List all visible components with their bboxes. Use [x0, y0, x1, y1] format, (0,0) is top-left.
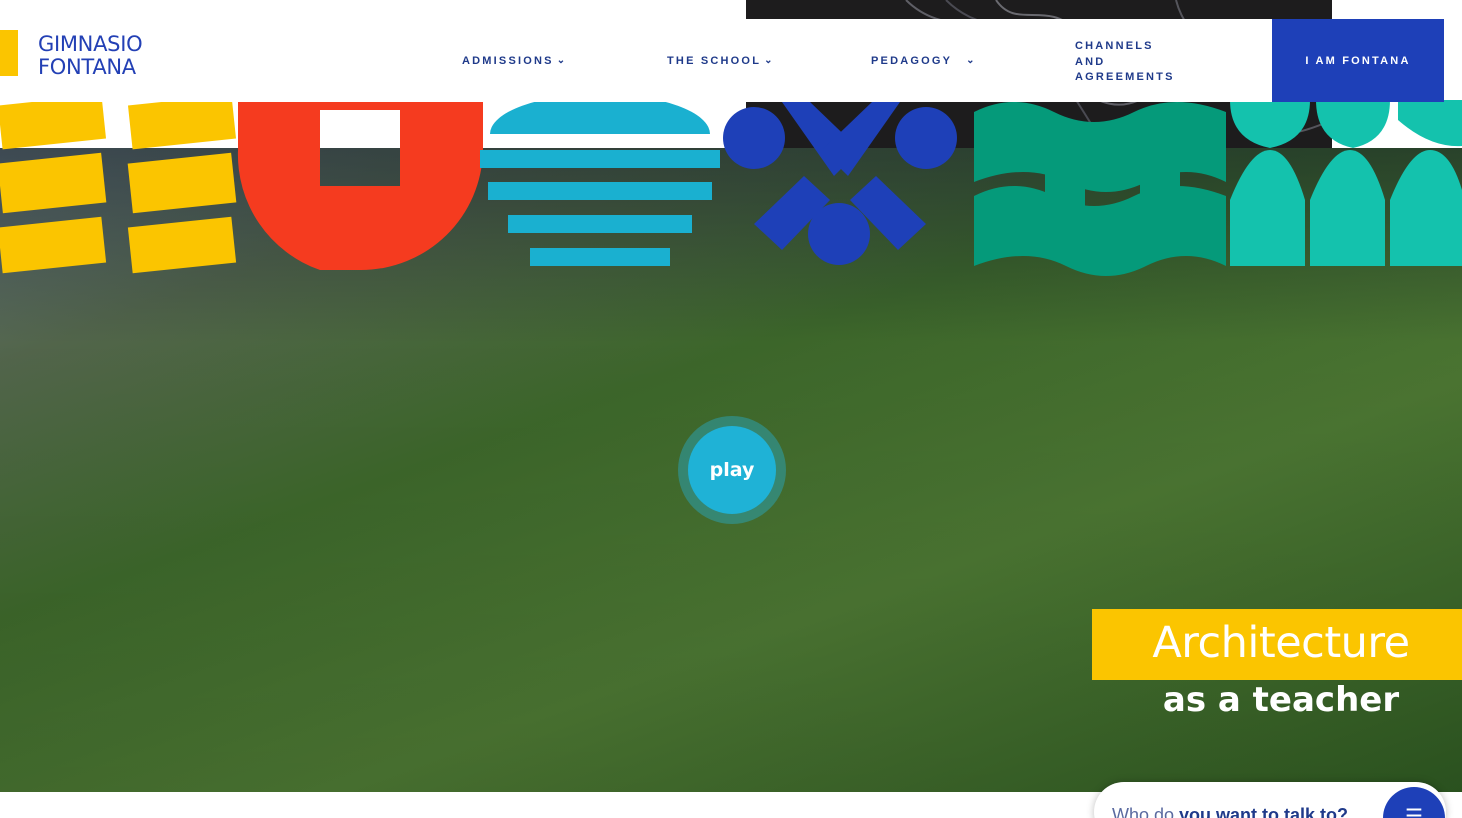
chat-prompt-emphasis: you want to talk to?: [1179, 805, 1349, 818]
blue-x-shape: [723, 102, 957, 265]
chat-open-button[interactable]: ☰: [1383, 787, 1445, 818]
nav-channels-line-1: CHANNELS: [1075, 40, 1154, 52]
chat-prompt[interactable]: Who do you want to talk to?: [1112, 805, 1348, 818]
chat-lines-icon: ☰: [1405, 806, 1423, 818]
nav-the-school-label: THE SCHOOL: [667, 54, 762, 67]
nav-admissions-label: ADMISSIONS: [462, 54, 554, 67]
cyan-stripes-shape: [480, 94, 720, 266]
play-label: play: [709, 459, 755, 481]
chat-prompt-prefix: Who do: [1112, 805, 1180, 818]
play-video-button[interactable]: play: [688, 426, 776, 514]
logo-line-2: FONTANA: [38, 55, 136, 79]
hero-caption-subtitle: as a teacher: [1162, 680, 1400, 720]
nav-channels-agreements[interactable]: CHANNELS AND AGREEMENTS: [1075, 39, 1175, 86]
green-waves-shape: [974, 102, 1226, 276]
teal-arches-shape: [1230, 100, 1462, 266]
chat-widget[interactable]: Who do you want to talk to? ☰: [1094, 782, 1446, 818]
chevron-down-icon: ⌄: [556, 55, 566, 66]
chevron-down-icon: ⌄: [764, 55, 773, 66]
site-header: GIMNASIO FONTANA ADMISSIONS ⌄ THE SCHOOL…: [19, 19, 1444, 102]
nav-admissions[interactable]: ADMISSIONS ⌄: [462, 19, 565, 102]
nav-the-school[interactable]: THE SCHOOL ⌄: [667, 19, 773, 102]
chevron-down-icon: ⌄: [966, 55, 975, 66]
nav-channels-line-3: AGREEMENTS: [1075, 71, 1175, 83]
red-circle-shape: [237, 102, 483, 270]
site-logo[interactable]: GIMNASIO FONTANA: [38, 32, 143, 79]
nav-pedagogy[interactable]: PEDAGOGY ⌄: [871, 19, 975, 102]
nav-channels-line-2: AND: [1075, 55, 1106, 68]
logo-line-1: GIMNASIO: [38, 32, 143, 56]
hero-caption-title: Architecture: [1152, 618, 1410, 668]
hero: play Architecture as a teacher: [0, 0, 1462, 792]
nav-pedagogy-label: PEDAGOGY: [871, 54, 953, 67]
i-am-fontana-button[interactable]: I AM FONTANA: [1272, 19, 1444, 102]
